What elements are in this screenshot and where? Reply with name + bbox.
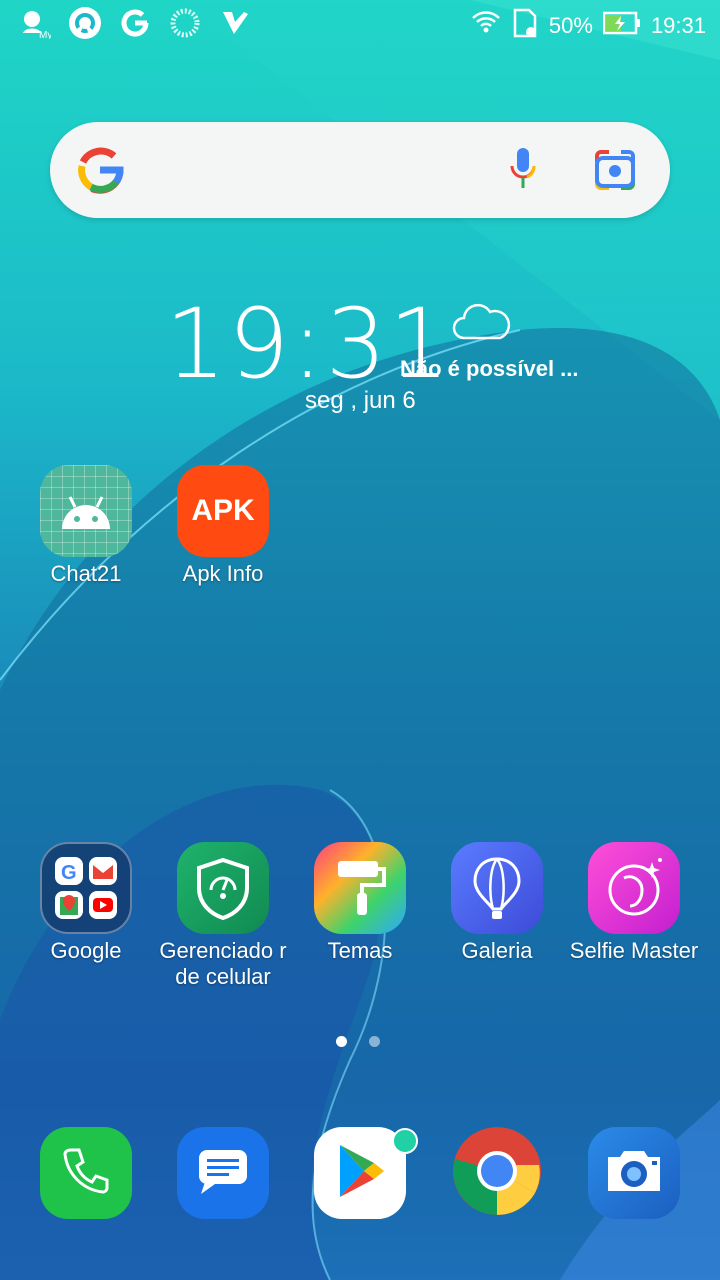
- my-asus-icon: My: [18, 6, 52, 40]
- app-label: Galeria: [461, 938, 533, 963]
- page-dot-2[interactable]: [369, 1036, 380, 1047]
- status-time: 19:31: [650, 13, 706, 38]
- app-label: Google: [50, 938, 122, 963]
- google-folder-icon: G: [40, 842, 132, 934]
- chrome-icon: [451, 1127, 543, 1219]
- dock-phone[interactable]: [40, 1127, 132, 1219]
- folder-google[interactable]: G Google: [16, 842, 156, 964]
- dock-messages[interactable]: [177, 1127, 269, 1219]
- app-label: Gerenciado r de celular: [159, 938, 287, 989]
- apk-icon-text: APK: [191, 494, 255, 527]
- dock-chrome[interactable]: [451, 1127, 543, 1219]
- app-selfie-master[interactable]: Selfie Master: [564, 842, 704, 964]
- cloud-icon[interactable]: [450, 300, 512, 347]
- page-dot-1[interactable]: [336, 1036, 347, 1047]
- app-label: Temas: [327, 938, 393, 963]
- app-apk-info[interactable]: APK Apk Info: [153, 465, 293, 587]
- svg-text:G: G: [61, 862, 77, 884]
- status-indicators: 50% 19:31: [471, 8, 706, 44]
- app-label: Apk Info: [182, 561, 264, 586]
- battery-percent: 50%: [548, 13, 593, 38]
- shield-icon: [177, 842, 269, 934]
- app-gerenciador[interactable]: Gerenciado r de celular: [153, 842, 293, 990]
- battery-charging-icon: [602, 10, 641, 42]
- balloon-icon: [451, 842, 543, 934]
- status-bar: My 50% 19:31: [0, 0, 720, 50]
- google-g-icon: [118, 6, 152, 40]
- apk-icon: APK: [177, 465, 269, 557]
- wifi-icon: [471, 8, 501, 44]
- app-galeria[interactable]: Galeria: [427, 842, 567, 964]
- google-lens-icon[interactable]: [593, 148, 637, 197]
- camera-icon: [602, 1145, 666, 1202]
- phone-icon: [59, 1144, 113, 1203]
- android-icon: [40, 465, 132, 557]
- microphone-icon[interactable]: [508, 146, 538, 199]
- google-search-bar[interactable]: [50, 122, 670, 218]
- svg-text:My: My: [39, 30, 51, 39]
- page-indicator[interactable]: [336, 1036, 380, 1047]
- messages-icon: [195, 1146, 251, 1201]
- notification-badge: [392, 1128, 418, 1154]
- app-chat21[interactable]: Chat21: [16, 465, 156, 587]
- app-label: Chat21: [50, 561, 122, 586]
- clock-widget-date: seg , jun 6: [305, 387, 416, 414]
- notification-icons: My: [18, 6, 252, 40]
- paint-roller-icon: [314, 842, 406, 934]
- clock-widget-time[interactable]: 19:31: [165, 288, 452, 400]
- selfie-face-icon: [588, 842, 680, 934]
- spinner-icon: [168, 6, 202, 40]
- check-app-icon: [218, 6, 252, 40]
- weather-status[interactable]: Não é possível ...: [400, 356, 579, 382]
- google-logo-icon: [76, 146, 124, 199]
- sd-card-icon: [511, 8, 539, 44]
- round-app-icon: [68, 6, 102, 40]
- app-temas[interactable]: Temas: [290, 842, 430, 964]
- play-store-icon: [332, 1141, 388, 1206]
- dock-camera[interactable]: [588, 1127, 680, 1219]
- app-label: Selfie Master: [569, 938, 699, 963]
